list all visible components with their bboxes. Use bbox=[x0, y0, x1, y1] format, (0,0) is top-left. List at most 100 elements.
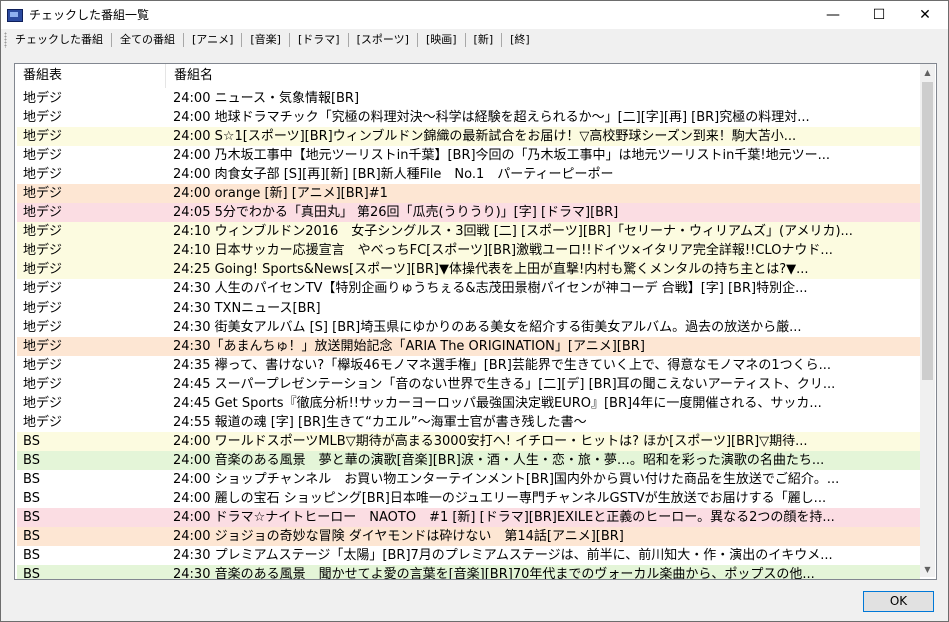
program-cell: 24:30 人生のパイセンTV【特別企画りゅうちぇる&志茂田景樹パイセンが神コー… bbox=[173, 281, 808, 297]
toolbar-separator bbox=[416, 33, 418, 47]
list-item[interactable]: BS 24:00 ショップチャンネル お買い物エンターテインメント[BR]国内外か… bbox=[17, 469, 920, 489]
channel-cell: 地デジ bbox=[23, 148, 63, 164]
list-item[interactable]: BS 24:30 音楽のある風景 聞かせてよ愛の言葉を[音楽][BR]70年代まで… bbox=[17, 565, 920, 580]
ok-button[interactable]: OK bbox=[863, 591, 934, 612]
scroll-thumb[interactable] bbox=[922, 82, 933, 380]
program-cell: 24:30「あまんちゅ！」放送開始記念「ARIA The ORIGINATION… bbox=[173, 338, 645, 354]
channel-cell: 地デジ bbox=[23, 395, 63, 411]
list-item[interactable]: 地デジ 24:05 5分でわかる「真田丸」 第26回「瓜売(うりうり)」[字] [… bbox=[17, 203, 920, 223]
list-item[interactable]: 地デジ 24:00 肉食女子部 [S][再][新] [BR]新人種File No.… bbox=[17, 165, 920, 185]
scroll-up-icon[interactable]: ▲ bbox=[920, 64, 935, 80]
program-cell: 24:45 Get Sports『徹底分析!!サッカーヨーロッパ最強国決定戦EU… bbox=[173, 395, 822, 411]
channel-cell: 地デジ bbox=[23, 167, 63, 183]
program-cell: 24:30 プレミアムステージ「太陽」[BR]7月のプレミアムステージは、前半に… bbox=[173, 548, 833, 564]
channel-cell: 地デジ bbox=[23, 243, 63, 259]
minimize-button[interactable]: — bbox=[810, 1, 856, 29]
channel-cell: BS bbox=[23, 567, 40, 580]
list-item[interactable]: 地デジ 24:35 襷って、書けない?「欅坂46モノマネ選手権」[BR]芸能界で生… bbox=[17, 355, 920, 375]
list-item[interactable]: 地デジ 24:10 ウィンブルドン2016 女子シングルス・3回戦 [二] [スポ… bbox=[17, 222, 920, 242]
program-cell: 24:00 S☆1[スポーツ][BR]ウィンブルドン錦織の最新試合をお届け！▽高… bbox=[173, 129, 797, 145]
program-cell: 24:00 音楽のある風景 夢と華の演歌[音楽][BR]涙・酒・人生・恋・旅・夢… bbox=[173, 452, 825, 468]
channel-cell: 地デジ bbox=[23, 205, 63, 221]
filter-button[interactable]: [ドラマ] bbox=[292, 33, 346, 47]
channel-cell: BS bbox=[23, 452, 40, 468]
channel-cell: 地デジ bbox=[23, 281, 63, 297]
list-item[interactable]: 地デジ 24:30「あまんちゅ！」放送開始記念「ARIA The ORIGINAT… bbox=[17, 336, 920, 356]
list-item[interactable]: BS 24:00 ジョジョの奇妙な冒険 ダイヤモンドは砕けない 第14話[アニメ]… bbox=[17, 527, 920, 547]
list-item[interactable]: 地デジ 24:10 日本サッカー応援宣言 やべっちFC[スポーツ][BR]激戦ユー… bbox=[17, 241, 920, 261]
column-header-channel[interactable]: 番組表 bbox=[15, 64, 166, 88]
program-cell: 24:00 地球ドラマチック「究極の料理対決～科学は経験を超えられるか～」[二]… bbox=[173, 110, 810, 126]
toolbar-separator bbox=[347, 33, 349, 47]
list-item[interactable]: 地デジ 24:30 街美女アルバム [S] [BR]埼玉県にゆかりのある美女を紹介… bbox=[17, 317, 920, 337]
program-cell: 24:30 音楽のある風景 聞かせてよ愛の言葉を[音楽][BR]70年代までのヴ… bbox=[173, 567, 815, 580]
program-cell: 24:00 ワールドスポーツMLB▽期待が高まる3000安打へ! イチロー・ヒッ… bbox=[173, 433, 808, 449]
list-item[interactable]: 地デジ 24:45 スーパープレゼンテーション「音のない世界で生きる」[二][デ]… bbox=[17, 374, 920, 394]
list-item[interactable]: 地デジ 24:30 TXNニュース[BR] bbox=[17, 298, 920, 318]
program-cell: 24:00 ニュース・気象情報[BR] bbox=[173, 91, 360, 106]
program-cell: 24:05 5分でわかる「真田丸」 第26回「瓜売(うりうり)」[字] [ドラマ… bbox=[173, 205, 619, 221]
list-item[interactable]: 地デジ 24:55 報道の魂 [字] [BR]生きて“カエル”～海軍士官が書き残し… bbox=[17, 412, 920, 432]
channel-cell: 地デジ bbox=[23, 376, 63, 392]
toolbar-separator bbox=[288, 33, 290, 47]
window-title: チェックした番組一覧 bbox=[29, 8, 150, 22]
toolbar-separator bbox=[183, 33, 184, 47]
filter-button[interactable]: チェックした番組 bbox=[9, 33, 109, 47]
channel-cell: 地デジ bbox=[23, 91, 63, 106]
channel-cell: 地デジ bbox=[23, 110, 63, 126]
program-cell: 24:00 ショップチャンネル お買い物エンターテインメント[BR]国内外から買… bbox=[173, 471, 840, 487]
filter-buttons: チェックした番組 全ての番組 [アニメ] [音楽] [ドラマ] [スポーツ] [映画] [新]… bbox=[9, 29, 536, 51]
program-cell: 24:30 街美女アルバム [S] [BR]埼玉県にゆかりのある美女を紹介する街… bbox=[173, 319, 802, 335]
channel-cell: 地デジ bbox=[23, 338, 63, 354]
program-cell: 24:00 肉食女子部 [S][再][新] [BR]新人種File No.1 パ… bbox=[173, 167, 614, 183]
list-item[interactable]: 地デジ 24:25 Going! Sports&News[スポーツ][BR]▼体操… bbox=[17, 260, 920, 280]
toolbar-separator bbox=[241, 33, 243, 47]
program-cell: 24:35 襷って、書けない?「欅坂46モノマネ選手権」[BR]芸能界で生きてい… bbox=[173, 357, 831, 373]
list-item[interactable]: BS 24:00 音楽のある風景 夢と華の演歌[音楽][BR]涙・酒・人生・恋・旅… bbox=[17, 450, 920, 470]
program-cell: 24:00 orange [新] [アニメ][BR]#1 bbox=[173, 186, 388, 202]
list-item[interactable]: 地デジ 24:00 S☆1[スポーツ][BR]ウィンブルドン錦織の最新試合をお届け… bbox=[17, 127, 920, 147]
list-item[interactable]: 地デジ 24:00 乃木坂工事中【地元ツーリストin千葉】[BR]今回の「乃木坂工… bbox=[17, 146, 920, 166]
filter-toolbar: チェックした番組 全ての番組 [アニメ] [音楽] [ドラマ] [スポーツ] [映画] [新]… bbox=[1, 29, 948, 51]
filter-button[interactable]: [映画] bbox=[420, 33, 463, 47]
filter-button[interactable]: [アニメ] bbox=[186, 33, 239, 47]
column-header-program[interactable]: 番組名 bbox=[166, 64, 914, 88]
filter-button[interactable]: 全ての番組 bbox=[114, 33, 181, 47]
program-list[interactable]: 番組表 番組名 地デジ 24:00 ニュース・気象情報[BR] 地デジ 24:00 地… bbox=[14, 63, 937, 580]
program-cell: 24:10 ウィンブルドン2016 女子シングルス・3回戦 [二] [スポーツ]… bbox=[173, 224, 853, 240]
channel-cell: BS bbox=[23, 510, 40, 526]
program-cell: 24:00 ジョジョの奇妙な冒険 ダイヤモンドは砕けない 第14話[アニメ][B… bbox=[173, 529, 624, 545]
filter-button[interactable]: [新] bbox=[468, 33, 500, 47]
list-item[interactable]: 地デジ 24:00 地球ドラマチック「究極の料理対決～科学は経験を超えられるか～」… bbox=[17, 108, 920, 128]
program-cell: 24:00 麗しの宝石 ショッピング[BR]日本唯一のジュエリー専門チャンネルG… bbox=[173, 490, 827, 506]
channel-cell: 地デジ bbox=[23, 224, 63, 240]
title-bar[interactable]: チェックした番組一覧 — ☐ ✕ bbox=[1, 1, 948, 29]
channel-cell: 地デジ bbox=[23, 300, 63, 316]
close-button[interactable]: ✕ bbox=[902, 1, 948, 29]
toolbar-separator bbox=[464, 33, 466, 47]
checked-programs-window: チェックした番組一覧 — ☐ ✕ チェックした番組 全ての番組 [アニメ] [音楽] [… bbox=[0, 0, 949, 622]
list-item[interactable]: 地デジ 24:00 orange [新] [アニメ][BR]#1 bbox=[17, 184, 920, 204]
scroll-down-icon[interactable]: ▼ bbox=[920, 561, 935, 577]
list-item[interactable]: 地デジ 24:45 Get Sports『徹底分析!!サッカーヨーロッパ最強国決定… bbox=[17, 393, 920, 413]
program-cell: 24:25 Going! Sports&News[スポーツ][BR]▼体操代表を… bbox=[173, 262, 809, 278]
list-item[interactable]: BS 24:00 麗しの宝石 ショッピング[BR]日本唯一のジュエリー専門チャンネ… bbox=[17, 488, 920, 509]
program-cell: 24:00 乃木坂工事中【地元ツーリストin千葉】[BR]今回の「乃木坂工事中」… bbox=[173, 148, 831, 164]
list-item[interactable]: BS 24:30 プレミアムステージ「太陽」[BR]7月のプレミアムステージは、前… bbox=[17, 546, 920, 566]
vertical-scrollbar[interactable]: ▲ ▼ bbox=[920, 64, 935, 577]
filter-button[interactable]: [スポーツ] bbox=[351, 33, 415, 47]
app-icon bbox=[7, 9, 23, 22]
channel-cell: 地デジ bbox=[23, 262, 63, 278]
filter-button[interactable]: [終] bbox=[504, 33, 536, 47]
channel-cell: BS bbox=[23, 433, 40, 449]
list-item[interactable]: 地デジ 24:00 ニュース・気象情報[BR] bbox=[17, 89, 920, 109]
channel-cell: 地デジ bbox=[23, 186, 63, 202]
toolbar-grip[interactable] bbox=[4, 32, 7, 48]
filter-button[interactable]: [音楽] bbox=[244, 33, 287, 47]
maximize-button[interactable]: ☐ bbox=[856, 1, 902, 29]
list-item[interactable]: 地デジ 24:30 人生のパイセンTV【特別企画りゅうちぇる&志茂田景樹パイセンが… bbox=[17, 279, 920, 299]
list-item[interactable]: BS 24:00 ドラマ☆ナイトヒーロー NAOTO #1 [新] [ドラマ][B… bbox=[17, 508, 920, 528]
toolbar-separator bbox=[501, 33, 503, 47]
program-cell: 24:55 報道の魂 [字] [BR]生きて“カエル”～海軍士官が書き残した書～ bbox=[173, 414, 587, 430]
list-item[interactable]: BS 24:00 ワールドスポーツMLB▽期待が高まる3000安打へ! イチロー・… bbox=[17, 431, 920, 451]
